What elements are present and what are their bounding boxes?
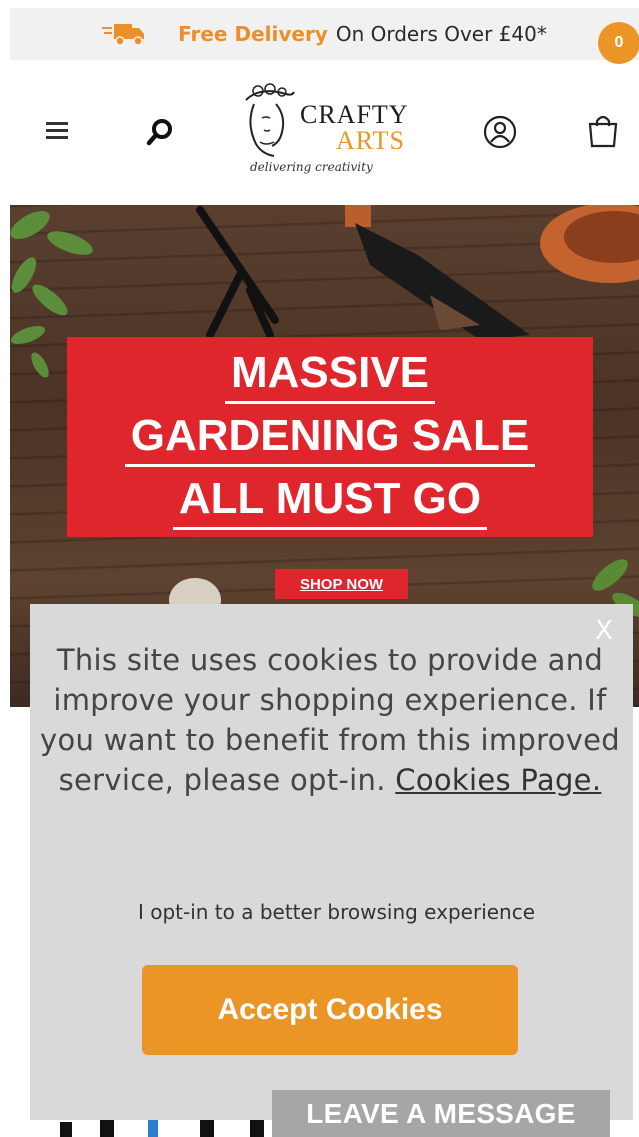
leave-message-button[interactable]: LEAVE A MESSAGE (272, 1090, 610, 1137)
logo-word-arts: ARTS (336, 126, 405, 155)
menu-button[interactable] (40, 112, 76, 148)
cart-icon (588, 115, 618, 148)
lady-face-logo-icon (245, 83, 295, 157)
sale-line-1: MASSIVE (224, 345, 436, 404)
promo-highlight: Free Delivery (178, 22, 328, 46)
logo-tagline: delivering creativity (250, 160, 373, 174)
cookie-optin-text: I opt-in to a better browsing experience (137, 900, 536, 924)
menu-icon (46, 122, 68, 139)
search-icon (146, 119, 172, 146)
search-button[interactable] (140, 112, 180, 152)
site-logo[interactable]: CRAFTY ARTS delivering creativity (236, 82, 426, 186)
cart-button[interactable] (578, 106, 628, 156)
delivery-truck-icon (102, 24, 145, 46)
promo-bar: Free Delivery On Orders Over £40* (10, 8, 639, 60)
product-image-partial (60, 1118, 264, 1137)
cart-count-badge: 0 (598, 22, 639, 64)
cookie-message: This site uses cookies to provide and im… (40, 640, 620, 800)
account-icon (483, 115, 517, 149)
cookies-page-link[interactable]: Cookies Page. (395, 763, 601, 797)
sale-banner: MASSIVE GARDENING SALE ALL MUST GO (67, 337, 593, 537)
site-header: CRAFTY ARTS delivering creativity (0, 70, 639, 195)
account-button[interactable] (478, 110, 522, 154)
accept-cookies-button[interactable]: Accept Cookies (142, 965, 518, 1055)
sale-line-2: GARDENING SALE (124, 408, 536, 467)
promo-text: On Orders Over £40* (335, 22, 547, 46)
shop-now-button[interactable]: SHOP NOW (275, 569, 408, 599)
sale-line-3: ALL MUST GO (172, 471, 488, 530)
